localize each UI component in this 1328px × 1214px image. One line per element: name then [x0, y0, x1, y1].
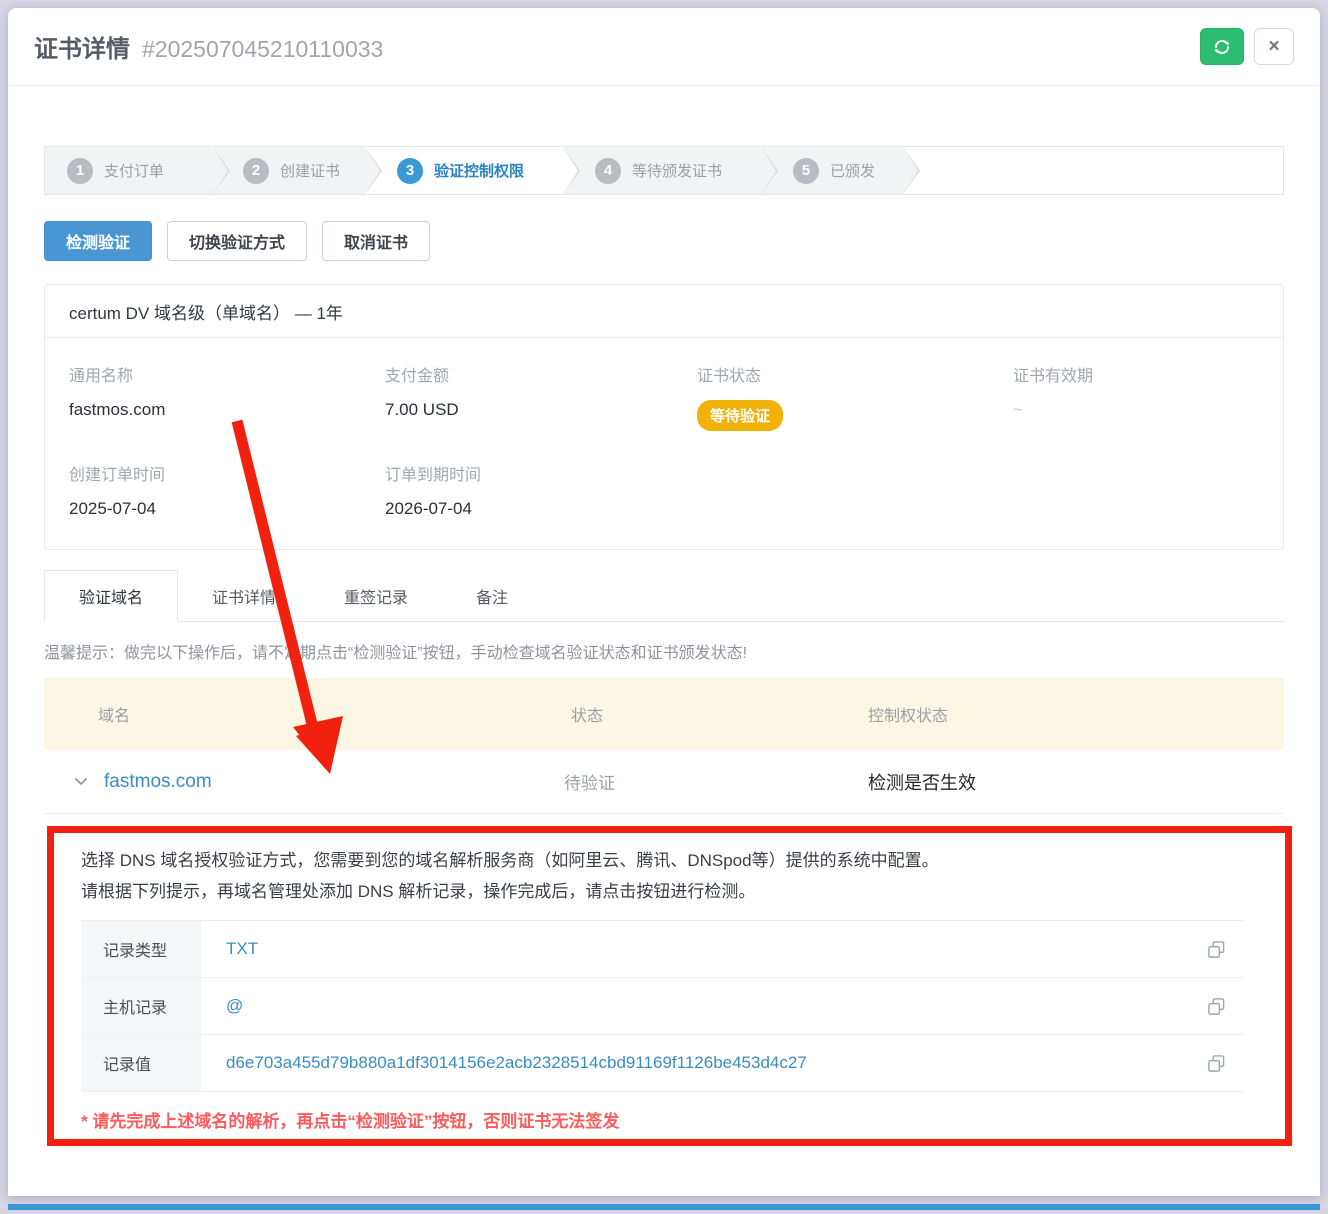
action-buttons: 检测验证 切换验证方式 取消证书: [44, 221, 1284, 261]
field-value: fastmos.com: [69, 400, 385, 420]
dns-intro-line2: 请根据下列提示，再域名管理处添加 DNS 解析记录，操作完成后，请点击按钮进行检…: [81, 876, 1244, 907]
underlying-page-edge: [8, 1204, 1320, 1210]
step-number: 3: [397, 158, 423, 184]
refresh-icon: [1213, 38, 1231, 56]
tab-reissue-records[interactable]: 重签记录: [310, 570, 442, 621]
dns-host-record-row: 主机记录 @: [81, 978, 1244, 1035]
table-row: fastmos.com 待验证 检测是否生效: [44, 750, 1284, 814]
field-value: 2025-07-04: [69, 499, 385, 519]
modal-header: 证书详情 #202507045210110033 ×: [8, 8, 1320, 86]
dns-verification-panel: 选择 DNS 域名授权验证方式，您需要到您的域名解析服务商（如阿里云、腾讯、DN…: [44, 814, 1284, 1132]
step-filler: [903, 147, 1283, 194]
column-control-status: 控制权状态: [849, 702, 1284, 726]
step-wait-issue: 4 等待颁发证书: [563, 147, 761, 194]
check-verification-button[interactable]: 检测验证: [44, 221, 152, 261]
copy-icon: [1207, 997, 1226, 1016]
record-value: @: [201, 996, 1188, 1016]
control-status: 检测是否生效: [849, 769, 1284, 795]
record-value: TXT: [201, 939, 1188, 959]
field-value: 7.00 USD: [385, 400, 697, 420]
field-expire-time: 订单到期时间 2026-07-04: [385, 461, 697, 519]
copy-icon: [1207, 1054, 1226, 1073]
domain-link[interactable]: fastmos.com: [104, 771, 212, 793]
page-title: 证书详情: [34, 29, 130, 64]
field-value: ~: [1013, 400, 1259, 420]
column-domain: 域名: [44, 702, 564, 726]
field-cert-status: 证书状态 等待验证: [697, 362, 1013, 431]
dns-record-type-row: 记录类型 TXT: [81, 921, 1244, 978]
tab-cert-detail[interactable]: 证书详情: [178, 570, 310, 621]
certificate-fields: 通用名称 fastmos.com 支付金额 7.00 USD 证书状态 等待验证…: [45, 338, 1283, 549]
cancel-certificate-button[interactable]: 取消证书: [322, 221, 430, 261]
tab-remarks[interactable]: 备注: [442, 570, 542, 621]
dns-record-value-row: 记录值 d6e703a455d79b880a1df3014156e2acb232…: [81, 1035, 1244, 1092]
step-label: 支付订单: [104, 160, 164, 181]
notice-text: 温馨提示：做完以下操作后，请不定期点击“检测验证”按钮，手动检查域名验证状态和证…: [44, 622, 1284, 678]
page-background: 证书详情 #202507045210110033 ×: [0, 0, 1328, 1214]
copy-icon: [1207, 940, 1226, 959]
title-wrap: 证书详情 #202507045210110033: [34, 29, 383, 64]
field-label: 通用名称: [69, 362, 385, 386]
field-label: 支付金额: [385, 362, 697, 386]
field-label: 证书状态: [697, 362, 1013, 386]
step-verify-control: 3 验证控制权限: [365, 147, 563, 194]
refresh-button[interactable]: [1200, 28, 1244, 65]
record-label: 记录类型: [81, 921, 201, 977]
certificate-product-title: certum DV 域名级（单域名） — 1年: [45, 285, 1283, 338]
field-value: 2026-07-04: [385, 499, 697, 519]
step-number: 5: [793, 158, 819, 184]
dns-warning-text: * 请先完成上述域名的解析，再点击“检测验证”按钮，否则证书无法签发: [81, 1107, 1244, 1132]
step-number: 1: [67, 158, 93, 184]
detail-tabs: 验证域名 证书详情 重签记录 备注: [44, 570, 1284, 622]
dns-intro-line1: 选择 DNS 域名授权验证方式，您需要到您的域名解析服务商（如阿里云、腾讯、DN…: [81, 845, 1244, 876]
record-label: 记录值: [81, 1035, 201, 1091]
column-status: 状态: [564, 702, 849, 726]
tab-verify-domain[interactable]: 验证域名: [44, 570, 178, 622]
status-badge: 等待验证: [697, 400, 783, 431]
field-label: 证书有效期: [1013, 362, 1259, 386]
step-issued: 5 已颁发: [761, 147, 903, 194]
copy-record-type-button[interactable]: [1188, 940, 1244, 959]
domain-status: 待验证: [564, 769, 849, 794]
step-label: 创建证书: [280, 160, 340, 181]
dns-record-table: 记录类型 TXT 主机记录: [81, 920, 1244, 1092]
step-number: 2: [243, 158, 269, 184]
field-common-name: 通用名称 fastmos.com: [69, 362, 385, 431]
field-validity: 证书有效期 ~: [1013, 362, 1259, 431]
record-value: d6e703a455d79b880a1df3014156e2acb2328514…: [201, 1053, 1188, 1073]
modal-body: 1 支付订单 2 创建证书 3 验证控制权限 4 等待颁发证书 5 已颁发: [8, 86, 1320, 1132]
chevron-down-icon[interactable]: [74, 777, 88, 786]
step-label: 等待颁发证书: [632, 160, 722, 181]
domain-table-header: 域名 状态 控制权状态: [44, 678, 1284, 750]
step-wizard: 1 支付订单 2 创建证书 3 验证控制权限 4 等待颁发证书 5 已颁发: [44, 146, 1284, 195]
copy-host-record-button[interactable]: [1188, 997, 1244, 1016]
field-label: 创建订单时间: [69, 461, 385, 485]
step-create-cert: 2 创建证书: [213, 147, 365, 194]
step-label: 已颁发: [830, 160, 875, 181]
close-icon: ×: [1268, 36, 1279, 58]
switch-verification-method-button[interactable]: 切换验证方式: [167, 221, 307, 261]
field-created-time: 创建订单时间 2025-07-04: [69, 461, 385, 519]
step-pay-order: 1 支付订单: [45, 147, 213, 194]
step-number: 4: [595, 158, 621, 184]
certificate-detail-modal: 证书详情 #202507045210110033 ×: [8, 8, 1320, 1196]
field-label: 订单到期时间: [385, 461, 697, 485]
record-label: 主机记录: [81, 978, 201, 1034]
close-button[interactable]: ×: [1254, 28, 1294, 65]
field-amount: 支付金额 7.00 USD: [385, 362, 697, 431]
step-label: 验证控制权限: [434, 160, 524, 181]
copy-record-value-button[interactable]: [1188, 1054, 1244, 1073]
order-number: #202507045210110033: [142, 36, 383, 63]
certificate-info-card: certum DV 域名级（单域名） — 1年 通用名称 fastmos.com…: [44, 284, 1284, 550]
header-actions: ×: [1200, 28, 1294, 65]
